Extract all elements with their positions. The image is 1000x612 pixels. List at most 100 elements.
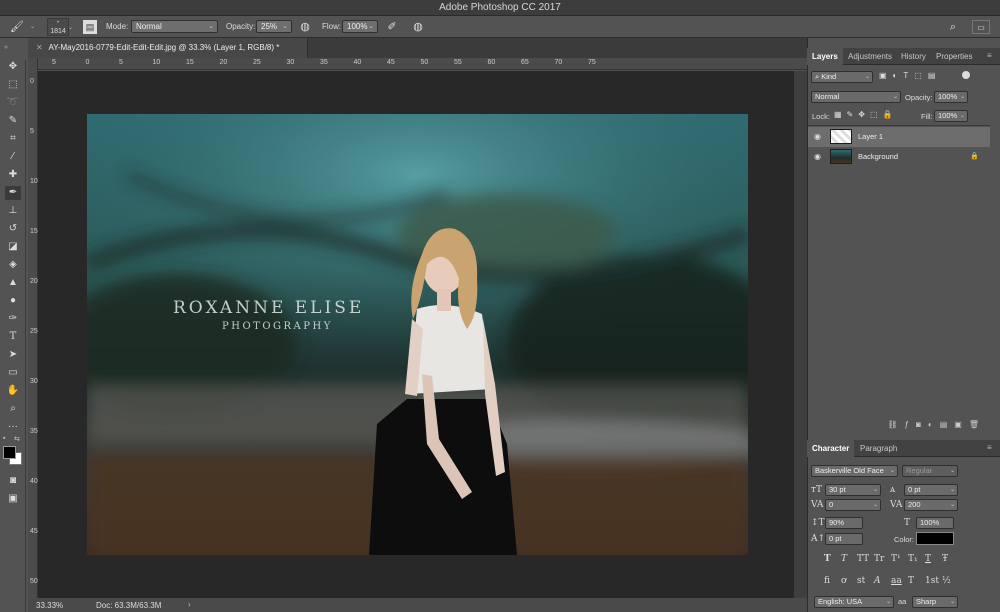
- fractions-button[interactable]: ½: [942, 576, 951, 586]
- document-tab[interactable]: ✕ AY-May2016-0779-Edit-Edit-Edit.jpg @ 3…: [28, 38, 308, 58]
- discretionary-ligatures-button[interactable]: st: [857, 576, 865, 586]
- leading-field[interactable]: 0 pt ⌄: [904, 484, 958, 496]
- eraser-tool-icon[interactable]: ◪: [5, 240, 21, 254]
- chevron-down-icon[interactable]: ⌄: [30, 23, 35, 30]
- tab-paragraph[interactable]: Paragraph: [855, 440, 902, 457]
- small-caps-button[interactable]: Tr: [874, 554, 884, 564]
- type-tool-icon[interactable]: T: [5, 330, 21, 344]
- brush-tool-icon[interactable]: 🖌: [10, 20, 24, 34]
- eye-icon[interactable]: ◉: [814, 147, 821, 167]
- more-tools-icon[interactable]: ···: [5, 420, 21, 434]
- clone-stamp-tool-icon[interactable]: ⊥: [5, 204, 21, 218]
- ruler-tick-label: 20: [30, 278, 38, 285]
- pressure-opacity-icon[interactable]: ◍: [298, 20, 312, 34]
- airbrush-icon[interactable]: ✐: [385, 20, 399, 34]
- eyedropper-tool-icon[interactable]: ⁄: [5, 150, 21, 164]
- tab-character[interactable]: Character: [807, 440, 855, 457]
- titling-button[interactable]: T: [908, 576, 914, 586]
- flow-field[interactable]: 100% ⌄: [342, 20, 378, 33]
- vertical-scale-field[interactable]: 90%: [825, 517, 863, 529]
- quick-mask-icon[interactable]: ◙: [5, 474, 21, 488]
- kerning-field[interactable]: 0 ⌄: [825, 499, 881, 511]
- swap-colors-icon[interactable]: ⇆: [14, 435, 20, 443]
- strikethrough-button[interactable]: Ŧ: [942, 554, 948, 564]
- chevron-down-icon[interactable]: ⌄: [68, 24, 73, 31]
- layer-row-layer-1[interactable]: ◉ Layer 1: [808, 127, 990, 147]
- hand-tool-icon[interactable]: ✋: [5, 384, 21, 398]
- language-select[interactable]: English: USA ⌄: [814, 596, 894, 608]
- tab-adjustments[interactable]: Adjustments: [843, 48, 897, 65]
- text-color-swatch[interactable]: [916, 532, 954, 545]
- healing-brush-tool-icon[interactable]: ✚: [5, 168, 21, 182]
- font-style-select[interactable]: Regular ⌄: [902, 465, 958, 477]
- subscript-button[interactable]: T₁: [908, 554, 918, 564]
- marquee-tool-icon[interactable]: ⬚: [5, 78, 21, 92]
- panel-menu-icon[interactable]: ≡: [987, 443, 992, 452]
- dodge-tool-icon[interactable]: ●: [5, 294, 21, 308]
- pen-tool-icon[interactable]: ✑: [5, 312, 21, 326]
- horizontal-scale-field[interactable]: 100%: [916, 517, 954, 529]
- layer-name[interactable]: Layer 1: [858, 127, 883, 147]
- close-icon[interactable]: ✕: [36, 43, 43, 52]
- move-tool-icon[interactable]: ✥: [5, 60, 21, 74]
- crop-tool-icon[interactable]: ⌗: [5, 132, 21, 146]
- stylistic-alternates-button[interactable]: aa: [891, 576, 902, 586]
- search-icon[interactable]: ⌕: [946, 20, 960, 34]
- ligatures-button[interactable]: fi: [824, 576, 830, 586]
- layer-opacity-field[interactable]: 100% ⌄: [934, 91, 968, 103]
- old-style-button[interactable]: ơ: [841, 576, 846, 586]
- font-family-select[interactable]: Baskerville Old Face ⌄: [811, 465, 898, 477]
- pressure-size-icon[interactable]: ◍: [411, 20, 425, 34]
- paint-bucket-tool-icon[interactable]: ◈: [5, 258, 21, 272]
- foreground-color-swatch[interactable]: [3, 446, 16, 459]
- rectangle-tool-icon[interactable]: ▭: [5, 366, 21, 380]
- tracking-field[interactable]: 200 ⌄: [904, 499, 958, 511]
- chevron-right-icon[interactable]: ›: [188, 600, 191, 609]
- path-select-tool-icon[interactable]: ➤: [5, 348, 21, 362]
- tab-layers[interactable]: Layers: [807, 48, 843, 65]
- blur-tool-icon[interactable]: ▲: [5, 276, 21, 290]
- document-image[interactable]: ROXANNE ELISE PHOTOGRAPHY: [87, 114, 748, 555]
- lock-icons[interactable]: ▦✎✥⬚🔒: [834, 110, 897, 119]
- vertical-ruler[interactable]: 0 5 10 15 20 25 30 35 40 45 50: [28, 58, 38, 598]
- faux-bold-button[interactable]: T: [824, 554, 831, 564]
- collapse-icon[interactable]: »: [4, 44, 8, 51]
- blend-mode-select[interactable]: Normal ⌄: [811, 91, 901, 103]
- zoom-tool-icon[interactable]: ⌕: [5, 402, 21, 416]
- swash-button[interactable]: A: [874, 576, 881, 586]
- brush-tool-icon[interactable]: ✒: [5, 186, 21, 200]
- horizontal-ruler[interactable]: 5 0 5 10 15 20 25 30 35 40 45 50 55 60 65 70 75: [38, 58, 807, 70]
- panel-menu-icon[interactable]: ≡: [987, 51, 992, 60]
- superscript-button[interactable]: T¹: [891, 554, 901, 564]
- faux-italic-button[interactable]: T: [841, 554, 847, 564]
- brush-preset-picker[interactable]: • 1814: [47, 18, 69, 36]
- workspace-icon[interactable]: ▭: [972, 20, 990, 34]
- filter-toggle-icon[interactable]: [962, 71, 970, 79]
- tab-properties[interactable]: Properties: [931, 48, 977, 65]
- antialias-select[interactable]: Sharp ⌄: [912, 596, 958, 608]
- layer-name[interactable]: Background: [858, 147, 898, 167]
- opacity-field[interactable]: 25% ⌄: [256, 20, 292, 33]
- baseline-shift-field[interactable]: 0 pt: [825, 533, 863, 545]
- quick-select-tool-icon[interactable]: ✎: [5, 114, 21, 128]
- layer-row-background[interactable]: ◉ Background 🔒: [808, 147, 990, 167]
- lasso-tool-icon[interactable]: ➰: [5, 96, 21, 110]
- all-caps-button[interactable]: TT: [857, 554, 869, 564]
- screen-mode-icon[interactable]: ▣: [5, 492, 21, 506]
- default-colors-icon[interactable]: ▪: [3, 435, 5, 442]
- layers-footer-icons[interactable]: ⛓ƒ◙◐▤▣🗑: [808, 420, 990, 436]
- vertical-scrollbar[interactable]: [794, 71, 807, 598]
- history-brush-tool-icon[interactable]: ↺: [5, 222, 21, 236]
- mode-select[interactable]: Normal ⌄: [131, 20, 218, 33]
- font-size-field[interactable]: 30 pt ⌄: [825, 484, 881, 496]
- tab-history[interactable]: History: [896, 48, 931, 65]
- brush-panel-icon[interactable]: ▤: [83, 20, 97, 34]
- layer-filter-select[interactable]: ⌕ Kind ⌄: [811, 71, 873, 83]
- ordinals-button[interactable]: 1st: [925, 576, 939, 586]
- doc-size: Doc: 63.3M/63.3M: [96, 601, 162, 610]
- zoom-level[interactable]: 33.33%: [36, 601, 63, 610]
- ruler-tick-label: 15: [30, 228, 38, 235]
- eye-icon[interactable]: ◉: [814, 127, 821, 147]
- fill-field[interactable]: 100% ⌄: [934, 110, 968, 122]
- underline-button[interactable]: T: [925, 554, 931, 564]
